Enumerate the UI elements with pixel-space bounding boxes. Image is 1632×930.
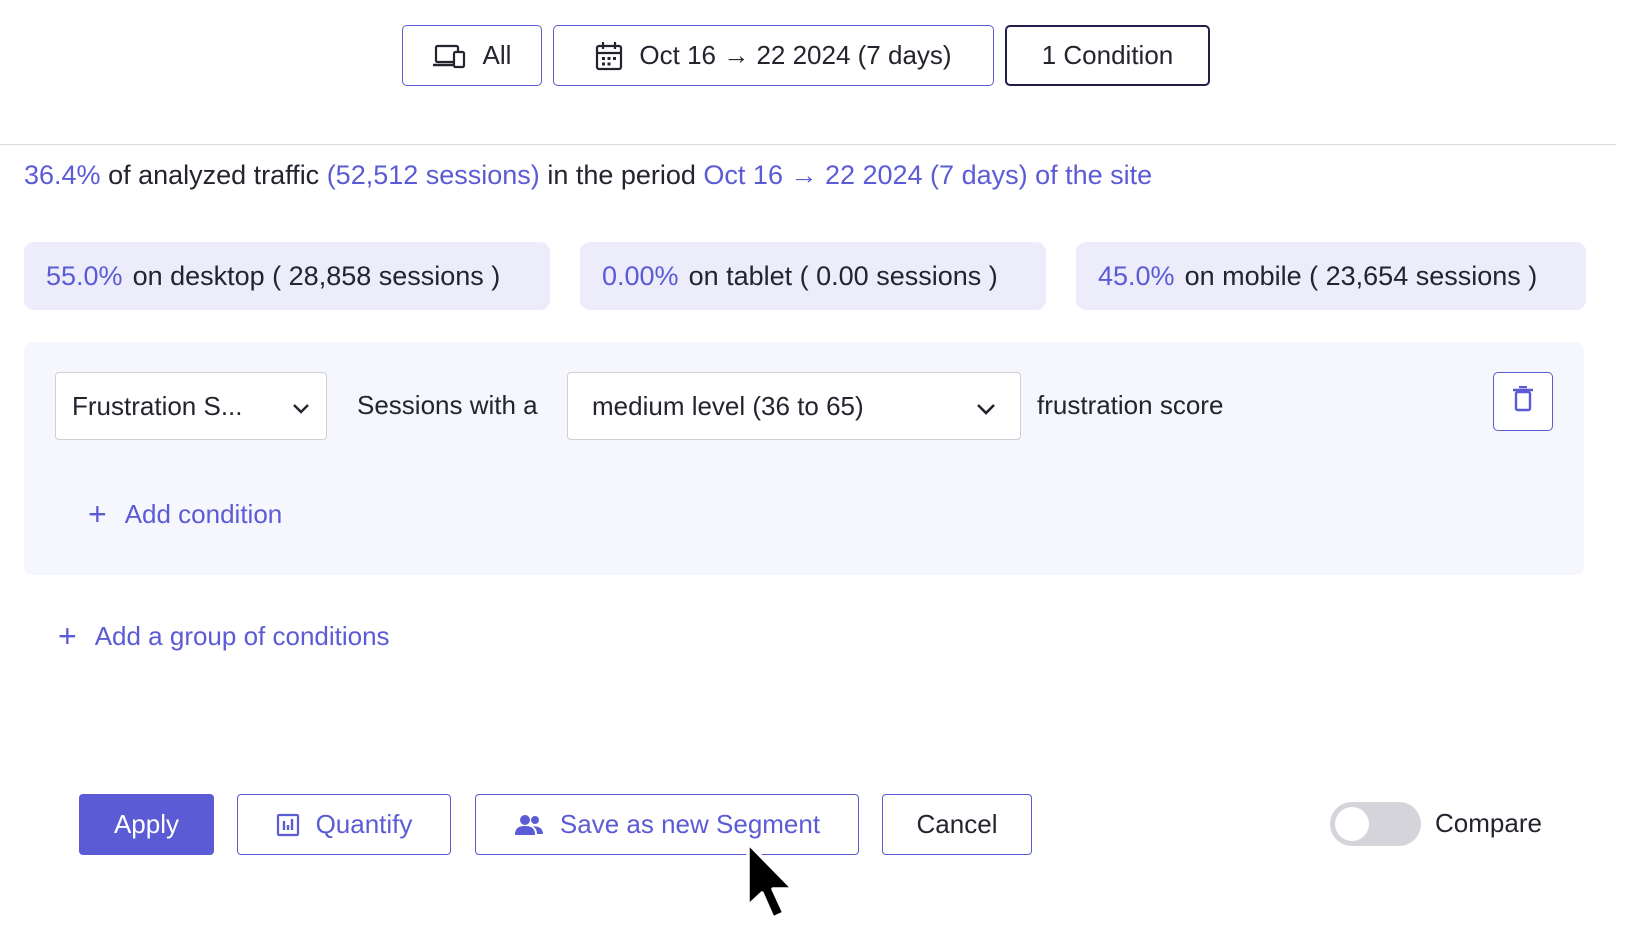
chevron-down-icon: [292, 391, 310, 422]
device-pill-tablet: 0.00% on tablet ( 0.00 sessions ): [580, 242, 1046, 310]
apply-button[interactable]: Apply: [79, 794, 214, 855]
desktop-label: on desktop ( 28,858 sessions ): [132, 260, 501, 291]
desktop-percent: 55.0%: [46, 260, 123, 291]
tablet-percent: 0.00%: [602, 260, 679, 291]
quantify-button[interactable]: Quantify: [237, 794, 451, 855]
condition-field-value: Frustration S...: [72, 390, 243, 421]
condition-field-select[interactable]: Frustration S...: [55, 372, 327, 440]
date-range-button[interactable]: Oct 16 → 22 2024 (7 days): [553, 25, 994, 86]
compare-toggle[interactable]: [1330, 802, 1421, 846]
cancel-label: Cancel: [916, 809, 998, 839]
add-condition-button[interactable]: + Add condition: [88, 498, 282, 530]
calendar-icon: [595, 41, 623, 71]
add-group-label: Add a group of conditions: [94, 620, 390, 651]
chevron-down-icon: [976, 391, 996, 422]
add-condition-label: Add condition: [124, 498, 283, 529]
add-group-button[interactable]: + Add a group of conditions: [58, 620, 390, 652]
save-segment-label: Save as new Segment: [559, 809, 821, 839]
summary-period: Oct 16 → 22 2024 (7 days) of the site: [703, 160, 1153, 190]
summary-sessions: (52,512 sessions): [326, 160, 540, 190]
device-filter-label: All: [482, 40, 512, 70]
users-icon: [514, 814, 544, 836]
device-pill-desktop: 55.0% on desktop ( 28,858 sessions ): [24, 242, 550, 310]
traffic-summary: 36.4% of analyzed traffic (52,512 sessio…: [24, 160, 1152, 191]
devices-icon: [432, 43, 467, 69]
mobile-label: on mobile ( 23,654 sessions ): [1184, 260, 1538, 291]
condition-level-value: medium level (36 to 65): [592, 390, 864, 421]
delete-condition-button[interactable]: [1493, 372, 1553, 431]
plus-icon: +: [58, 618, 77, 654]
summary-text-2: in the period: [539, 160, 704, 190]
condition-filter-label: 1 Condition: [1041, 40, 1174, 70]
tablet-label: on tablet ( 0.00 sessions ): [688, 260, 998, 291]
quantify-label: Quantify: [315, 809, 413, 839]
mobile-percent: 45.0%: [1098, 260, 1175, 291]
summary-text-1: of analyzed traffic: [100, 160, 327, 190]
compare-label: Compare: [1435, 808, 1542, 838]
save-segment-button[interactable]: Save as new Segment: [475, 794, 859, 855]
bar-chart-icon: [276, 813, 300, 837]
cancel-button[interactable]: Cancel: [882, 794, 1032, 855]
trash-icon: [1512, 385, 1534, 417]
condition-level-select[interactable]: medium level (36 to 65): [567, 372, 1021, 440]
plus-icon: +: [88, 496, 107, 532]
condition-filter-button[interactable]: 1 Condition: [1005, 25, 1210, 86]
device-pill-mobile: 45.0% on mobile ( 23,654 sessions ): [1076, 242, 1586, 310]
toolbar-divider: [0, 144, 1616, 145]
condition-prefix-text: Sessions with a: [357, 390, 538, 420]
device-filter-button[interactable]: All: [402, 25, 542, 86]
summary-percent: 36.4%: [24, 160, 101, 190]
apply-label: Apply: [113, 809, 180, 839]
compare-toggle-knob: [1335, 807, 1369, 841]
condition-suffix-text: frustration score: [1037, 390, 1224, 420]
date-range-label: Oct 16 → 22 2024 (7 days): [639, 40, 952, 70]
